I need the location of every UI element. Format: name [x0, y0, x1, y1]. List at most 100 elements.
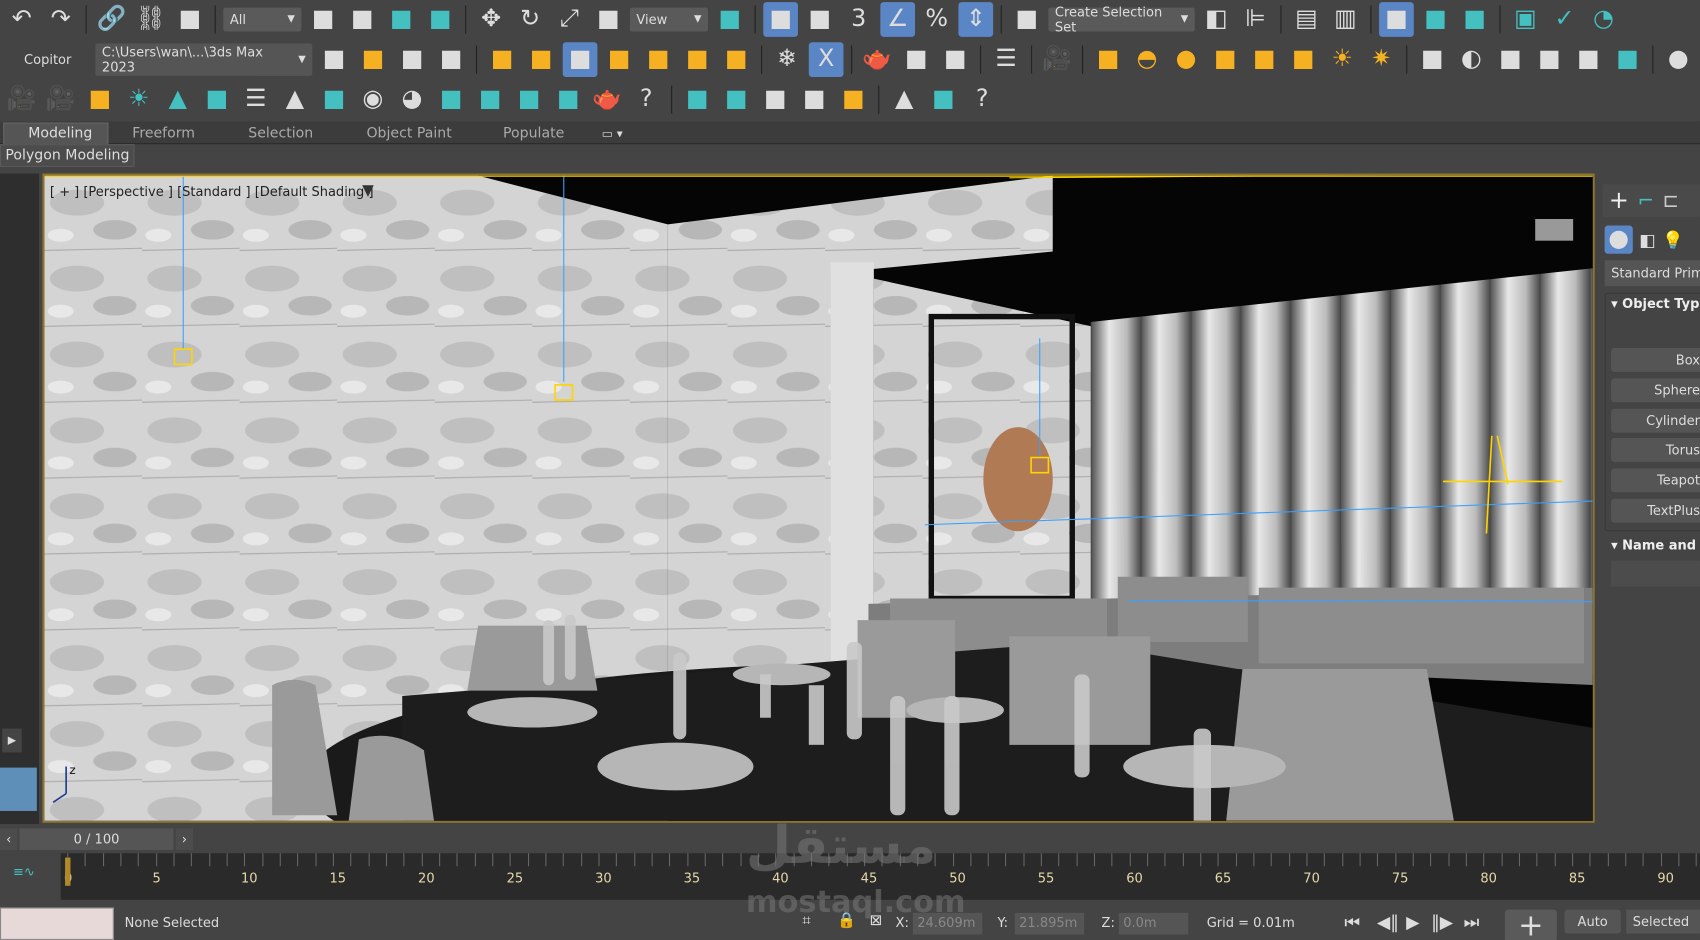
xref-icon[interactable]: X — [808, 42, 844, 77]
isolate-icon[interactable]: ⌗ — [802, 912, 811, 929]
prev-frame-button[interactable]: ‹ — [0, 828, 18, 850]
set-key-button[interactable]: + — [1504, 909, 1557, 940]
named-selection-dropdown[interactable]: Create Selection Set ▼ — [1048, 4, 1195, 35]
render-frame-icon[interactable]: ✓ — [1547, 2, 1582, 37]
tab-selection[interactable]: Selection — [248, 123, 313, 145]
notes-icon[interactable]: ■ — [926, 82, 961, 117]
axis-tripod-icon[interactable]: ■ — [680, 82, 715, 117]
light-dome-icon[interactable]: ◓ — [1130, 42, 1165, 77]
grid-obj-icon[interactable]: ■ — [1532, 42, 1567, 77]
textplus-button[interactable]: TextPlus — [1611, 498, 1700, 523]
list-icon[interactable]: ☰ — [989, 42, 1024, 77]
split-view-icon[interactable]: ■ — [551, 82, 586, 117]
object-sphere-icon[interactable]: ■ — [758, 82, 793, 117]
snap-vertex-icon[interactable]: ■ — [562, 42, 598, 77]
camera-icon[interactable]: 🎥 — [1040, 42, 1075, 77]
snap-grid-icon[interactable]: ■ — [485, 42, 520, 77]
percent-snap-icon[interactable]: % — [919, 2, 954, 37]
angle-snap-icon[interactable]: ∠ — [880, 2, 916, 37]
undo-icon[interactable]: ↶ — [4, 2, 39, 37]
align-icon[interactable]: ⊫ — [1238, 2, 1273, 37]
tab-object-paint[interactable]: Object Paint — [366, 123, 451, 145]
frame-buffer-icon[interactable]: ■ — [473, 82, 508, 117]
rollout-name-and-color[interactable]: ▾ Name and Color — [1611, 538, 1700, 553]
palette-icon[interactable]: ◕ — [395, 82, 430, 117]
torus-button[interactable]: Torus — [1611, 438, 1700, 462]
next-frame-icon[interactable]: ‖▶ — [1431, 912, 1453, 933]
time-slider-thumb[interactable]: 0 / 100 — [19, 828, 174, 850]
light-geo-icon[interactable]: ■ — [1208, 42, 1243, 77]
ribbon-options-dropdown[interactable]: ▭ ▾ — [602, 123, 623, 145]
light-omni-icon[interactable]: ■ — [1247, 42, 1282, 77]
scene-explorer-icon[interactable]: ▤ — [1289, 2, 1324, 37]
snap-face-alt-icon[interactable]: ■ — [719, 42, 754, 77]
bind-space-warp-icon[interactable]: ■ — [172, 2, 207, 37]
perspective-viewport[interactable]: z [ + ] [Perspective ] [Standard ] [Defa… — [42, 173, 1595, 823]
maxscript-listener[interactable] — [0, 907, 114, 940]
unlink-icon[interactable]: ⛓ — [133, 2, 168, 37]
project-folder-icon[interactable]: ■ — [356, 42, 391, 77]
curve-editor-icon[interactable]: ■ — [1418, 2, 1453, 37]
box-button[interactable]: Box — [1611, 348, 1700, 372]
shapes-icon[interactable]: ◧ — [1639, 226, 1655, 254]
tab-freeform[interactable]: Freeform — [132, 123, 195, 145]
snaps-toggle-icon[interactable]: 3 — [841, 2, 876, 37]
tree-b-icon[interactable]: ▲ — [278, 82, 313, 117]
select-place-icon[interactable]: ■ — [591, 2, 626, 37]
toggle-ribbon-icon[interactable]: ■ — [1379, 2, 1414, 37]
forest-icon[interactable]: ▲ — [887, 82, 922, 117]
camera-a-icon[interactable]: 🎥 — [4, 82, 39, 117]
lock-icon[interactable]: 🔒 — [837, 912, 856, 929]
track-bar[interactable]: 051015202530354045505560657075808590 — [60, 853, 1700, 900]
play-frame-icon[interactable]: ■ — [512, 82, 547, 117]
cylinder-button[interactable]: Cylinder — [1611, 408, 1700, 433]
snap-face-icon[interactable]: ■ — [680, 42, 715, 77]
modify-tab-icon[interactable]: ⌐ — [1638, 189, 1654, 212]
viewport-layout-thumbnail[interactable] — [0, 767, 37, 811]
next-frame-button[interactable]: › — [175, 828, 193, 850]
viewport-label[interactable]: [ + ] [Perspective ] [Standard ] [Defaul… — [50, 184, 374, 199]
window-crossing-icon[interactable]: ■ — [423, 2, 458, 37]
select-object-icon[interactable]: ■ — [306, 2, 341, 37]
time-slider[interactable]: ‹ 0 / 100 › — [0, 828, 195, 850]
light-bulb-b-icon[interactable]: ■ — [82, 82, 117, 117]
selection-filter-dropdown[interactable]: All ▼ — [223, 7, 302, 32]
tab-modeling[interactable]: Modeling — [3, 122, 109, 145]
project-tree-icon[interactable]: ■ — [434, 42, 469, 77]
rollout-object-type[interactable]: ▾ Object Type — [1611, 296, 1700, 311]
sphere-obj-icon[interactable]: ● — [1661, 42, 1696, 77]
sphere-button[interactable]: Sphere — [1611, 378, 1700, 403]
render-setup-icon[interactable]: ▣ — [1508, 2, 1543, 37]
material-b-icon[interactable]: ◉ — [356, 82, 391, 117]
redo-icon[interactable]: ↷ — [43, 2, 78, 37]
select-rotate-icon[interactable]: ↻ — [513, 2, 548, 37]
spinner-snap-icon[interactable]: ⇕ — [958, 2, 994, 37]
select-by-name-icon[interactable]: ■ — [345, 2, 380, 37]
absolute-mode-icon[interactable]: ⊠ — [870, 912, 883, 929]
auto-key-button[interactable]: Auto — [1564, 909, 1621, 934]
project-path-dropdown[interactable]: C:\Users\wan\...\3ds Max 2023 ▼ — [95, 43, 313, 76]
keyboard-shortcut-override-icon[interactable]: ■ — [802, 2, 837, 37]
list-b-icon[interactable]: ☰ — [239, 82, 274, 117]
previous-frame-icon[interactable]: ◀‖ — [1377, 912, 1399, 933]
snap-points-icon[interactable]: ■ — [836, 82, 871, 117]
current-frame-marker[interactable] — [65, 857, 71, 886]
help-icon[interactable]: ? — [629, 82, 664, 117]
link-icon[interactable]: 🔗 — [94, 2, 129, 37]
freeze-icon[interactable]: ❄ — [770, 42, 805, 77]
object-name-field[interactable] — [1611, 560, 1700, 587]
layer-explorer-icon[interactable]: ▥ — [1328, 2, 1363, 37]
edit-named-selection-icon[interactable]: ■ — [1009, 2, 1044, 37]
select-move-icon[interactable]: ✥ — [474, 2, 509, 37]
project-settings-icon[interactable]: ■ — [317, 42, 352, 77]
light-sky-icon[interactable]: ✷ — [1364, 42, 1399, 77]
category-dropdown[interactable]: Standard Primitives — [1604, 260, 1700, 287]
mirror-icon[interactable]: ◧ — [1199, 2, 1234, 37]
create-tab-icon[interactable]: + — [1609, 187, 1629, 214]
use-pivot-center-icon[interactable]: ■ — [712, 2, 747, 37]
bulb-c-icon[interactable]: ■ — [434, 82, 469, 117]
render-b-icon[interactable]: ■ — [199, 82, 234, 117]
tree-a-icon[interactable]: ▲ — [160, 82, 195, 117]
lights-icon[interactable]: 💡 — [1662, 226, 1684, 254]
light-sphere-icon[interactable]: ● — [1169, 42, 1204, 77]
